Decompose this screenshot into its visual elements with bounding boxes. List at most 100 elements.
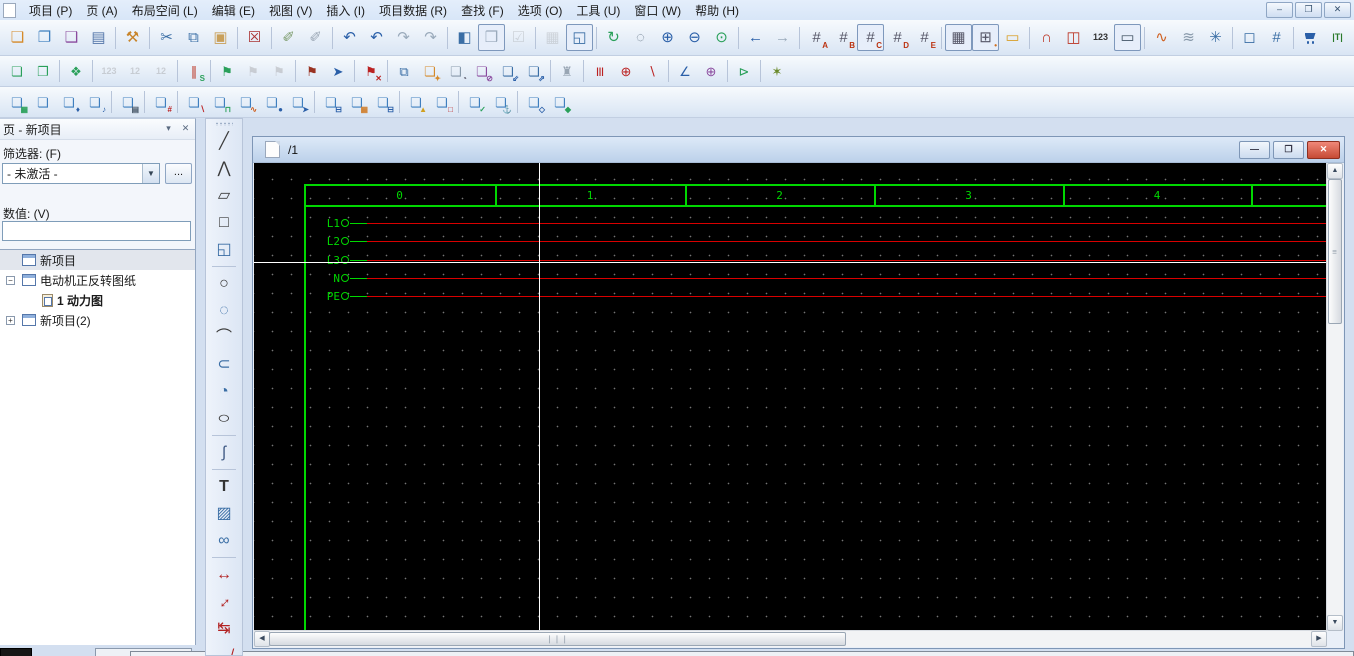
doc-minimize-button[interactable]: —: [1239, 141, 1270, 159]
menu-item-10[interactable]: 窗口 (W): [627, 3, 688, 19]
zoom-100-button[interactable]: ⊙: [708, 24, 735, 51]
dim-continued-button[interactable]: ↹: [210, 615, 238, 642]
snap-grid-c-button[interactable]: #C: [857, 24, 884, 51]
panel-close-button[interactable]: ✕: [178, 122, 193, 136]
component-preview-button[interactable]: ◫: [1060, 24, 1087, 51]
navigator-device-button[interactable]: ❏▦: [4, 90, 30, 115]
navigator-plug-button[interactable]: ❏♪: [82, 90, 108, 115]
navigator-pages-button[interactable]: ❏: [30, 90, 56, 115]
draw-polyline-button[interactable]: ⋀: [210, 155, 238, 182]
scroll-up-button[interactable]: ▲: [1327, 163, 1343, 179]
navigator-terminal-button[interactable]: ❏⊓: [207, 90, 233, 115]
page-list-button[interactable]: ❐: [30, 59, 56, 84]
menu-item-11[interactable]: 帮助 (H): [688, 3, 746, 19]
close-project-button[interactable]: ❑: [58, 24, 85, 51]
toolbar-grip[interactable]: [215, 122, 233, 126]
check-settings-button[interactable]: ⚑: [240, 59, 266, 84]
zoom-out-button[interactable]: ⊖: [681, 24, 708, 51]
scroll-down-button[interactable]: ▼: [1327, 615, 1343, 631]
menu-item-0[interactable]: 项目 (P): [22, 3, 79, 19]
numbering-terminals-button[interactable]: 12: [122, 59, 148, 84]
draw-rectangle-2point-button[interactable]: ◱: [210, 236, 238, 263]
redraw-button[interactable]: ↻: [600, 24, 627, 51]
check-project-button[interactable]: ⚑: [214, 59, 240, 84]
new-page-button[interactable]: ❏: [4, 24, 31, 51]
insert-star-node-button[interactable]: ✶: [764, 59, 790, 84]
window-preview-button[interactable]: ❒: [478, 24, 505, 51]
navigator-3d-layout-button[interactable]: ❏◆: [547, 90, 573, 115]
object-frame-button[interactable]: ▭: [999, 24, 1026, 51]
insert-box-button[interactable]: ◻: [1236, 24, 1263, 51]
net-connect-button[interactable]: #: [1263, 24, 1290, 51]
undo-list-button[interactable]: ↶: [363, 24, 390, 51]
snap-grid-a-button[interactable]: #A: [803, 24, 830, 51]
bottom-tab-dark[interactable]: [0, 648, 32, 656]
navigator-parts-button[interactable]: ❏⊟: [318, 90, 344, 115]
navigator-fluid-button[interactable]: ❏●: [259, 90, 285, 115]
dim-chain-button[interactable]: ↮: [210, 642, 238, 656]
plugin-button[interactable]: ❖: [63, 59, 89, 84]
panel-menu-button[interactable]: ▾: [161, 122, 176, 136]
draw-arc-center-button[interactable]: ⌒: [210, 324, 238, 351]
menu-item-1[interactable]: 页 (A): [79, 3, 124, 19]
vertical-scroll-thumb[interactable]: ≡: [1328, 179, 1342, 324]
forward-button[interactable]: →: [769, 24, 796, 51]
draw-sector-button[interactable]: ◔: [210, 378, 238, 405]
print-button[interactable]: ▤: [85, 24, 112, 51]
draw-ellipse-button[interactable]: ○: [210, 405, 238, 432]
window-minimize-button[interactable]: –: [1266, 2, 1293, 18]
menu-item-2[interactable]: 布局空间 (L): [125, 3, 205, 19]
insert-node-button[interactable]: ⊳: [731, 59, 757, 84]
navigator-order-button[interactable]: ❏⊟: [370, 90, 396, 115]
navigator-check-button[interactable]: ❏✓: [462, 90, 488, 115]
clear-messages-button[interactable]: ⚑✕: [358, 59, 384, 84]
window-restore-button[interactable]: ❐: [1295, 2, 1322, 18]
redo-button[interactable]: ↷: [390, 24, 417, 51]
menu-item-8[interactable]: 选项 (O): [511, 3, 570, 19]
menu-item-9[interactable]: 工具 (U): [569, 3, 627, 19]
navigator-arrow-button[interactable]: ❏➤: [285, 90, 311, 115]
numbering-devices-button[interactable]: 123: [96, 59, 122, 84]
insert-text-button[interactable]: T: [210, 473, 238, 500]
draw-arc-3point-button[interactable]: ⊂: [210, 351, 238, 378]
parts-selection-button[interactable]: [1297, 24, 1324, 51]
menu-item-7[interactable]: 查找 (F): [454, 3, 511, 19]
navigator-valve-button[interactable]: ❏♦: [56, 90, 82, 115]
goto-message-button[interactable]: ➤: [325, 59, 351, 84]
navigator-3d-button[interactable]: ❏◇: [521, 90, 547, 115]
magnet-button[interactable]: ∩: [1033, 24, 1060, 51]
page-navigator-button[interactable]: ❏: [4, 59, 30, 84]
connection-symbols-button[interactable]: ✳: [1202, 24, 1229, 51]
text-mode-button[interactable]: |T|: [1324, 24, 1351, 51]
snap-to-grid-button[interactable]: ⊞•: [972, 24, 999, 51]
horizontal-scroll-thumb[interactable]: ❘❘❘: [269, 632, 846, 646]
draw-polygon-button[interactable]: ▱: [210, 182, 238, 209]
device-numbering-button[interactable]: ∥S: [181, 59, 207, 84]
navigator-cable-button[interactable]: ❏∿: [233, 90, 259, 115]
numbering-button[interactable]: 123: [1087, 24, 1114, 51]
export-page-button[interactable]: ❏⇗: [521, 59, 547, 84]
insert-hyperlink-button[interactable]: ∞: [210, 527, 238, 554]
tree-expander-icon[interactable]: −: [6, 276, 15, 285]
numbering-cables-button[interactable]: 12: [148, 59, 174, 84]
document-titlebar[interactable]: /1 —❐✕: [253, 137, 1344, 163]
scroll-right-button[interactable]: ▶: [1311, 631, 1327, 647]
page-lock-button[interactable]: ❏⊘: [469, 59, 495, 84]
navigator-break-button[interactable]: ❏∖: [181, 90, 207, 115]
chevron-down-icon[interactable]: ▼: [142, 164, 159, 183]
navigator-enclosure-button[interactable]: ❏▦: [344, 90, 370, 115]
redo-list-button[interactable]: ↷: [417, 24, 444, 51]
workspace-button[interactable]: ◱: [566, 24, 593, 51]
tile-windows-button[interactable]: ◧: [451, 24, 478, 51]
page-check-button[interactable]: ☑: [505, 24, 532, 51]
horizontal-scrollbar[interactable]: ◀ ❘❘❘ ▶: [254, 630, 1327, 647]
draw-line-button[interactable]: ╱: [210, 128, 238, 155]
signal-flow-button[interactable]: ≋: [1175, 24, 1202, 51]
draw-rectangle-button[interactable]: □: [210, 209, 238, 236]
delete-selection-button[interactable]: ☒: [241, 24, 268, 51]
navigator-grid-button[interactable]: ❏#: [148, 90, 174, 115]
copy-button[interactable]: ⧉: [180, 24, 207, 51]
vertical-scrollbar[interactable]: ▲ ≡ ▼: [1326, 163, 1343, 631]
scroll-left-button[interactable]: ◀: [254, 631, 270, 647]
page-properties-button[interactable]: ❏◔: [443, 59, 469, 84]
